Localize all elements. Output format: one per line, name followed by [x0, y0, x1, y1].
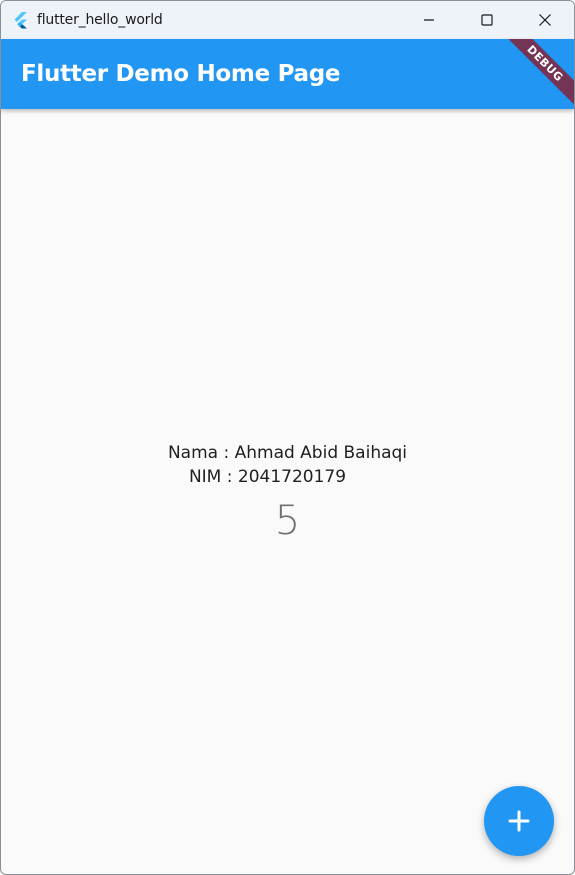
nama-text: Nama : Ahmad Abid Baihaqi: [167, 443, 408, 463]
page-body: Nama : Ahmad Abid Baihaqi NIM : 20417201…: [1, 109, 574, 874]
close-button[interactable]: [516, 1, 574, 39]
center-column: Nama : Ahmad Abid Baihaqi NIM : 20417201…: [1, 441, 574, 547]
close-icon: [539, 14, 551, 26]
app-bar: Flutter Demo Home Page: [1, 39, 574, 109]
app-window: flutter_hello_world Flutter Demo Home Pa…: [0, 0, 575, 875]
increment-fab-button[interactable]: [484, 786, 554, 856]
maximize-icon: [481, 14, 493, 26]
title-bar[interactable]: flutter_hello_world: [1, 1, 574, 39]
page-title: Flutter Demo Home Page: [21, 61, 341, 87]
window-controls: [400, 1, 574, 39]
add-icon: [508, 810, 530, 832]
minimize-icon: [424, 19, 434, 21]
minimize-button[interactable]: [400, 1, 458, 39]
nim-text: NIM : 2041720179: [188, 467, 347, 487]
window-title: flutter_hello_world: [37, 12, 163, 28]
counter-value: 5: [274, 498, 301, 544]
maximize-button[interactable]: [458, 1, 516, 39]
flutter-logo-icon: [12, 11, 30, 29]
